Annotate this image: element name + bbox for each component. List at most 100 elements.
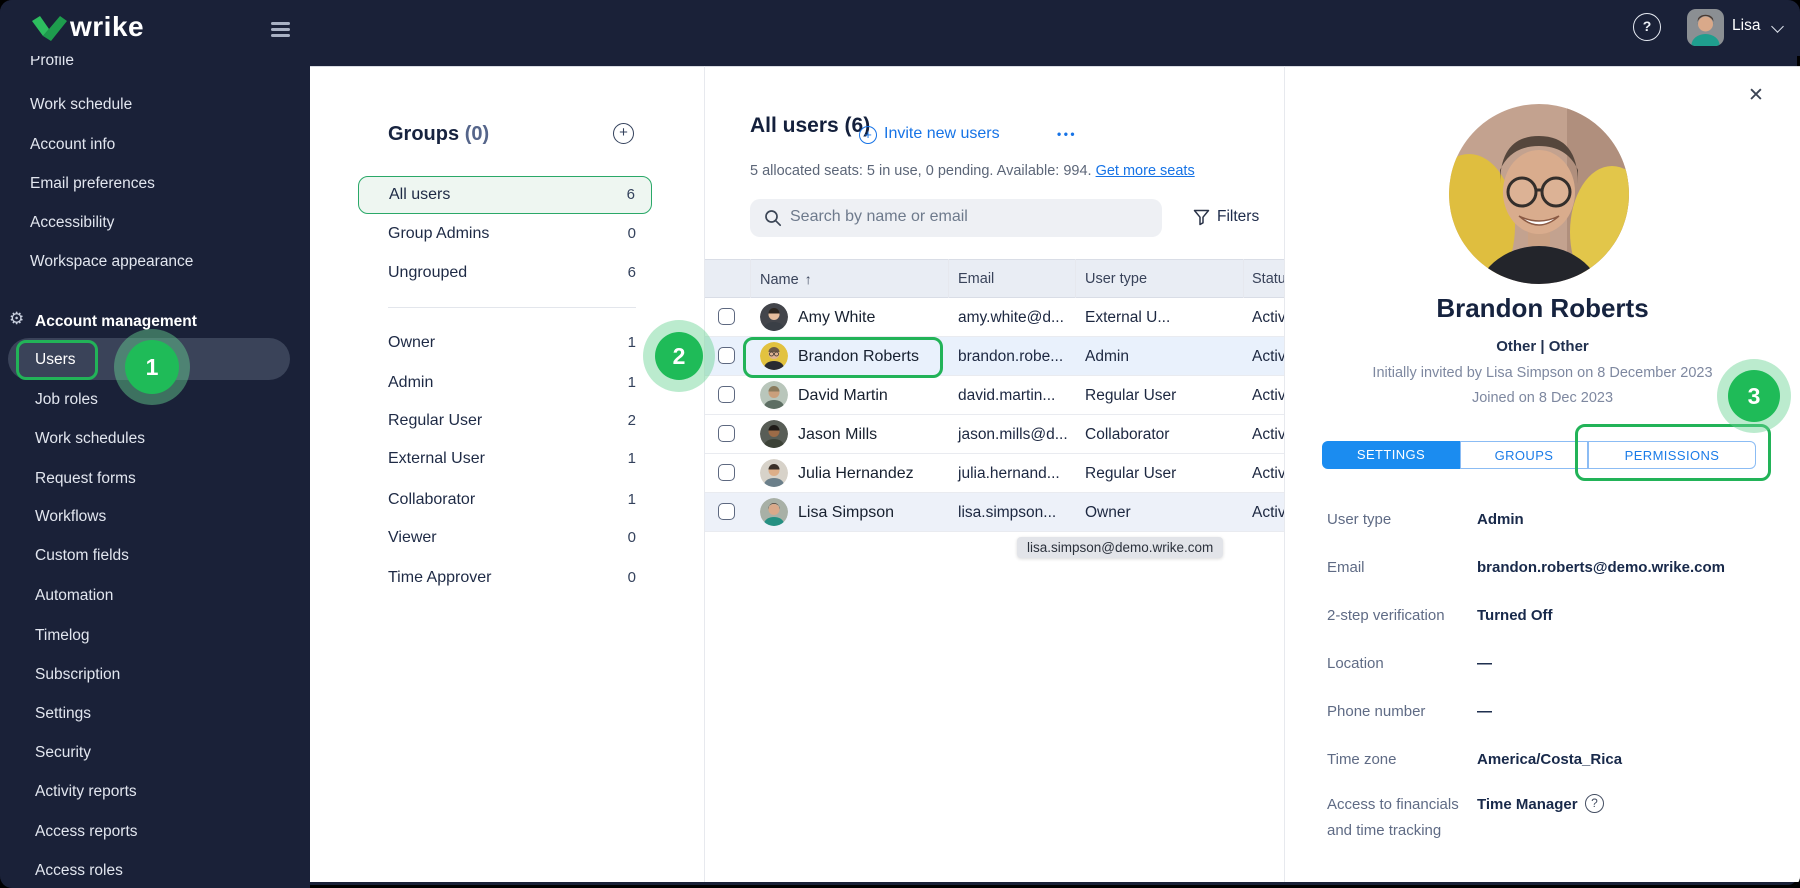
groups-panel: Groups (0) All users 6 Group Admins 0 Un… <box>310 66 705 882</box>
column-header-name[interactable]: Name↑ <box>760 260 812 299</box>
gear-icon <box>9 309 24 329</box>
tab-settings[interactable]: SETTINGS <box>1322 441 1460 469</box>
sidebar-item-workspace-appearance[interactable]: Workspace appearance <box>30 248 193 276</box>
column-header-email[interactable]: Email <box>958 260 994 299</box>
filter-funnel-icon <box>1193 209 1210 226</box>
wrike-logo-text[interactable]: wrike <box>70 11 144 43</box>
field-label: 2-step verification <box>1327 603 1467 629</box>
sidebar-item-access-roles[interactable]: Access roles <box>35 857 123 885</box>
sidebar-item-timelog[interactable]: Timelog <box>35 622 90 650</box>
annotation-step-1: 1 <box>125 340 179 394</box>
annotation-box-users <box>16 340 98 380</box>
avatar <box>760 459 788 487</box>
table-row[interactable]: Amy White amy.white@d... External U... A… <box>705 298 1300 337</box>
tab-groups[interactable]: GROUPS <box>1460 441 1588 469</box>
field-value: — <box>1477 699 1492 725</box>
users-panel-title: All users (6) <box>750 114 870 138</box>
field-value: brandon.roberts@demo.wrike.com <box>1477 555 1725 581</box>
field-label: Phone number <box>1327 699 1467 725</box>
field-label: Email <box>1327 555 1467 581</box>
sidebar-item-request-forms[interactable]: Request forms <box>35 465 136 493</box>
sidebar-item-job-roles[interactable]: Job roles <box>35 386 98 414</box>
chevron-down-icon[interactable] <box>1771 20 1784 33</box>
row-checkbox[interactable] <box>718 347 735 364</box>
sidebar-item-access-reports[interactable]: Access reports <box>35 818 138 846</box>
close-icon[interactable] <box>1748 84 1764 107</box>
field-value: Turned Off <box>1477 603 1553 629</box>
more-options-button[interactable]: ••• <box>1057 127 1077 141</box>
user-name: David Martin <box>798 376 888 415</box>
sidebar-item-workflows[interactable]: Workflows <box>35 503 106 531</box>
field-value: — <box>1477 651 1492 677</box>
field-value: America/Costa_Rica <box>1477 747 1622 773</box>
role-item-time-approver[interactable]: Time Approver <box>388 565 491 591</box>
user-name: Julia Hernandez <box>798 454 914 493</box>
sidebar-item-accessibility[interactable]: Accessibility <box>30 209 114 237</box>
sidebar: Profile Work schedule Account info Email… <box>0 0 310 888</box>
profile-photo <box>1449 104 1629 284</box>
invite-new-users-button[interactable]: Invite new users <box>884 125 1000 143</box>
search-input[interactable]: Search by name or email <box>750 199 1162 237</box>
sidebar-section-account-management: Account management <box>35 308 197 336</box>
add-group-icon[interactable] <box>613 123 634 144</box>
sidebar-item-automation[interactable]: Automation <box>35 582 113 610</box>
role-count: 1 <box>560 487 636 513</box>
group-count: 6 <box>560 260 636 286</box>
sidebar-item-work-schedules[interactable]: Work schedules <box>35 425 145 453</box>
sidebar-item-work-schedule[interactable]: Work schedule <box>30 91 132 119</box>
role-item-viewer[interactable]: Viewer <box>388 525 437 551</box>
field-value: Time Manager <box>1477 792 1578 818</box>
filters-button[interactable]: Filters <box>1217 208 1259 226</box>
table-header: Name↑ Email User type Status <box>705 259 1300 298</box>
sort-asc-icon: ↑ <box>805 271 812 287</box>
seats-summary: 5 allocated seats: 5 in use, 0 pending. … <box>750 163 1195 179</box>
row-checkbox[interactable] <box>718 386 735 403</box>
get-more-seats-link[interactable]: Get more seats <box>1096 163 1195 179</box>
annotation-step-3: 3 <box>1728 370 1780 422</box>
table-row-hovered[interactable]: Lisa Simpson lisa.simpson... Owner Activ… <box>705 493 1300 532</box>
avatar <box>760 420 788 448</box>
user-email: david.martin... <box>958 376 1055 415</box>
field-label: Location <box>1327 651 1467 677</box>
group-item-group-admins[interactable]: Group Admins <box>388 221 489 247</box>
avatar <box>760 303 788 331</box>
table-row[interactable]: Julia Hernandez julia.hernand... Regular… <box>705 454 1300 493</box>
field-value: Admin <box>1477 507 1524 533</box>
sidebar-item-email-preferences[interactable]: Email preferences <box>30 170 155 198</box>
role-item-external-user[interactable]: External User <box>388 446 485 472</box>
wrike-logo-icon <box>31 14 67 42</box>
group-count: 0 <box>560 221 636 247</box>
table-row[interactable]: David Martin david.martin... Regular Use… <box>705 376 1300 415</box>
sidebar-item-activity-reports[interactable]: Activity reports <box>35 778 137 806</box>
topbar-user-name[interactable]: Lisa <box>1732 17 1760 35</box>
field-label: User type <box>1327 507 1467 533</box>
detail-user-subtitle: Other | Other <box>1285 338 1800 355</box>
topbar-avatar[interactable] <box>1687 9 1724 46</box>
role-item-regular-user[interactable]: Regular User <box>388 408 482 434</box>
user-name: Amy White <box>798 298 875 337</box>
user-email: julia.hernand... <box>958 454 1060 493</box>
sidebar-item-subscription[interactable]: Subscription <box>35 661 120 689</box>
column-header-user-type[interactable]: User type <box>1085 260 1147 299</box>
sidebar-item-custom-fields[interactable]: Custom fields <box>35 542 129 570</box>
row-checkbox[interactable] <box>718 464 735 481</box>
role-item-admin[interactable]: Admin <box>388 370 433 396</box>
groups-count: (0) <box>465 123 489 145</box>
group-item-all-users[interactable]: All users 6 <box>358 176 652 214</box>
avatar <box>760 381 788 409</box>
role-item-owner[interactable]: Owner <box>388 330 435 356</box>
sidebar-item-security[interactable]: Security <box>35 739 91 767</box>
help-icon[interactable] <box>1585 794 1604 813</box>
table-row[interactable]: Jason Mills jason.mills@d... Collaborato… <box>705 415 1300 454</box>
help-button[interactable] <box>1633 13 1661 41</box>
row-checkbox[interactable] <box>718 425 735 442</box>
user-type: External U... <box>1085 298 1170 337</box>
row-checkbox[interactable] <box>718 308 735 325</box>
row-checkbox[interactable] <box>718 503 735 520</box>
role-item-collaborator[interactable]: Collaborator <box>388 487 475 513</box>
hamburger-menu-icon[interactable] <box>271 22 290 40</box>
sidebar-item-settings[interactable]: Settings <box>35 700 91 728</box>
group-item-ungrouped[interactable]: Ungrouped <box>388 260 467 286</box>
sidebar-item-account-info[interactable]: Account info <box>30 131 115 159</box>
app-window: Profile Work schedule Account info Email… <box>0 0 1800 888</box>
